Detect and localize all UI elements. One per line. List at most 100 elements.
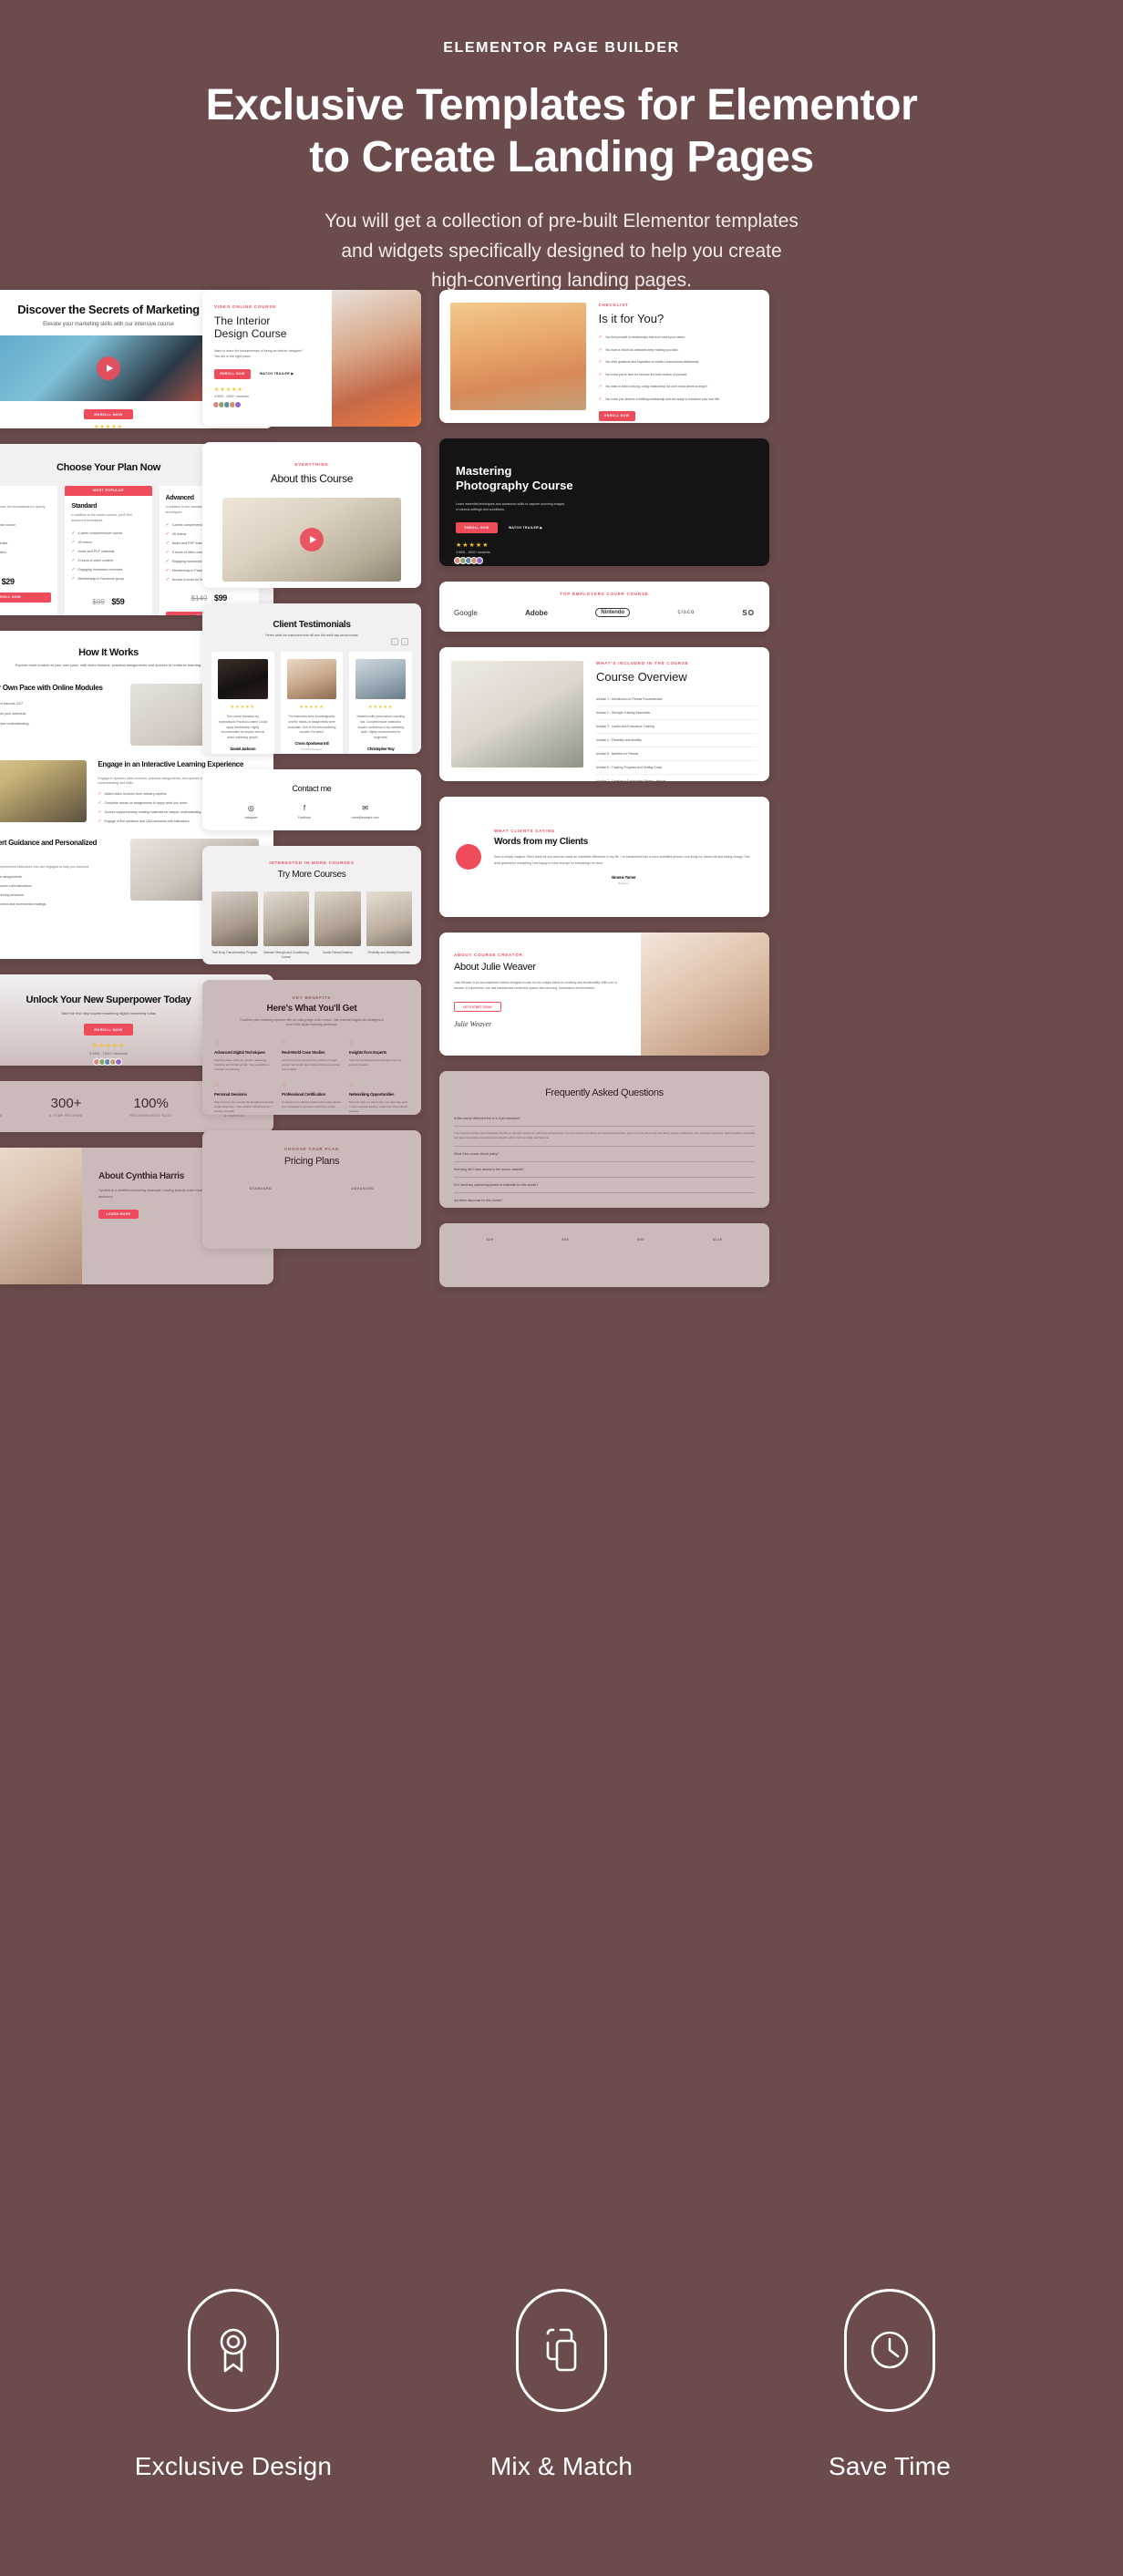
overview-module: Module 3 : Cardio and Endurance Training [596, 720, 757, 734]
comparison-col: $29 [486, 1238, 494, 1242]
comparison-col: $99 [637, 1238, 644, 1242]
template-card-about-julie[interactable]: ABOUT COURSE CREATOR About Julie Weaver … [439, 933, 769, 1056]
try-more-eyebrow: INTERESTED IN MORE COURSES [269, 860, 355, 865]
course-photo [314, 891, 361, 946]
brand-logo-google: Google [454, 608, 478, 617]
contact-channel-instagram[interactable]: ◎ Instagram [244, 804, 257, 819]
plan-name: Standard [71, 503, 98, 510]
checklist-cta[interactable]: ENROLL NOW [598, 411, 635, 421]
interior-body: Want to learn the fundamentals of being … [214, 348, 320, 360]
overview-module: Module 7 : Creating a Sustainable Fitnes… [596, 779, 666, 781]
contact-channel-email[interactable]: ✉ name@example.com [352, 804, 379, 819]
template-card-photography[interactable]: Mastering Photography Course Learn essen… [439, 438, 769, 566]
checklist-item: You find yourself in relationships that … [604, 335, 685, 339]
contact-label: name@example.com [351, 816, 379, 819]
template-card-faq[interactable]: Frequently Asked Questions Is this cours… [439, 1071, 769, 1208]
template-card-try-more[interactable]: INTERESTED IN MORE COURSES Try More Cour… [202, 846, 421, 964]
course-item[interactable]: Cardio Fitness Mastery [314, 891, 361, 960]
hero-eyebrow: ELEMENTOR PAGE BUILDER [443, 40, 680, 56]
benefit-title: Real-World Case Studies [282, 1049, 325, 1055]
benefit-title: Networking Opportunities [349, 1092, 395, 1097]
interior-cta[interactable]: ENROLL NOW [214, 368, 251, 379]
pricing-plan-starter[interactable]: Starter In this module you'll discover t… [0, 486, 58, 615]
template-card-contact[interactable]: Contact me ◎ Instagram f Facebook ✉ name… [202, 769, 421, 830]
template-card-words-clients[interactable]: WHAT CLIENTS SAYING Words from my Client… [439, 797, 769, 917]
faq-item[interactable]: Is this course delivered live or is it p… [454, 1111, 755, 1127]
feature-exclusive-design: Exclusive Design [129, 2288, 338, 2481]
plan-price-row: $99 $59 [71, 592, 145, 609]
cynthia-cta[interactable]: LEARN MORE [98, 1209, 139, 1219]
template-card-about-course[interactable]: EVERYTHING About this Course [202, 442, 421, 588]
course-item[interactable]: Flexibility and Mobility Essentials [366, 891, 412, 960]
cta-banner-button[interactable]: ENROLL NOW [84, 1024, 133, 1036]
testimonial-stars: ★★★★★ [299, 705, 325, 710]
plan-cta[interactable]: ENROLL NOW [0, 592, 52, 603]
most-popular-badge: MOST POPULAR [65, 486, 152, 496]
testimonials-title: Client Testimonials [273, 620, 351, 630]
next-arrow-icon[interactable]: › [401, 638, 408, 645]
faq-item[interactable]: Do I need any special equipment or mater… [454, 1178, 755, 1193]
template-card-whats-included[interactable]: KEY BENEFITS Here's What You'll Get Tran… [202, 980, 421, 1115]
plan-feature: 4-week comprehensive course [77, 531, 123, 535]
photography-avatars [454, 557, 753, 565]
words-title: Words from my Clients [494, 837, 588, 848]
faq-item[interactable]: How long will I have access to the cours… [454, 1162, 755, 1178]
benefits-row-1: ♡ Advanced Digital Techniques Learning s… [214, 1040, 409, 1072]
interior-secondary-cta[interactable]: WATCH TRAILER ▶ [260, 372, 294, 376]
testimonial-card[interactable]: ★★★★★ Masterful with personalized coachi… [349, 652, 413, 754]
plan-feature: 5 hours of video content [77, 558, 113, 562]
hiw-bullet: Access supplementary reading materials f… [104, 810, 202, 815]
marketing-cta[interactable]: ENROLL NOW [84, 409, 133, 419]
course-item[interactable]: Total Body Transformation Program [211, 891, 258, 960]
benefits-eyebrow: KEY BENEFITS [292, 995, 332, 1000]
julie-cta[interactable]: LET'S START TODAY [454, 1001, 501, 1012]
testimonials-nav[interactable]: ‹ › [391, 638, 408, 645]
template-card-testimonials[interactable]: Client Testimonials Here's what our cust… [202, 603, 421, 754]
photography-cta[interactable]: ENROLL NOW [456, 522, 498, 534]
brand-logo-cisco: cisco [677, 610, 695, 615]
hiw-bullet: Get personal guidance and experienced in… [0, 864, 90, 869]
hero-sub-line1: You will get a collection of pre-built E… [325, 211, 798, 232]
benefits-subtitle: Transform your marketing expertise with … [240, 1018, 384, 1027]
try-more-list: Total Body Transformation Program Ultima… [211, 891, 412, 960]
hiw-bullet: Revisit modules for deeper understanding… [0, 721, 30, 726]
template-card-pricing-plans[interactable]: CHOOSE YOUR PLAN Pricing Plans STANDARD … [202, 1130, 421, 1249]
benefit-item: ♡ Real-World Case Studies Learn the theo… [282, 1040, 342, 1072]
prev-arrow-icon[interactable]: ‹ [391, 638, 398, 645]
plan-feature: Engaging homework exercises [77, 567, 123, 572]
testimonial-card[interactable]: ★★★★★ The instructors were knowledgeable… [280, 652, 344, 754]
hiw-bullet: Learn at a pace that suits your schedule… [0, 711, 27, 716]
faq-item[interactable]: What if the course refund policy? [454, 1147, 755, 1162]
plan-cta[interactable]: ENROLL NOW [71, 614, 146, 615]
testimonial-stars: ★★★★★ [367, 705, 394, 710]
plan-feature: Audio and PDF materials [0, 541, 8, 545]
course-item[interactable]: Ultimate Strength and Conditioning Cours… [263, 891, 309, 960]
checklist-photo [450, 303, 586, 410]
pricing-plans-title: Pricing Plans [283, 1156, 340, 1167]
template-card-comparison-table[interactable]: $29 $59 $99 $149 [439, 1223, 769, 1287]
about-course-title: About this Course [270, 472, 354, 485]
pricing-plans-eyebrow: CHOOSE YOUR PLAN [284, 1147, 339, 1151]
template-card-course-overview[interactable]: WHAT'S INCLUDED IN THE COURSE Course Ove… [439, 647, 769, 781]
feature-label: Exclusive Design [134, 2451, 333, 2480]
faq-item[interactable]: Are there discounts for this course? [454, 1193, 755, 1208]
testimonial-card[interactable]: ★★★★★ This course impacted my expectatio… [211, 652, 274, 754]
template-card-brands[interactable]: TOP EMPLOYERS COVER COURSE Google Adobe … [439, 582, 769, 632]
benefit-item: ♡ Advanced Digital Techniques Learning s… [214, 1040, 274, 1072]
benefit-desc: Map out how you execute the Excellence d… [214, 1100, 274, 1114]
photography-stars: ★★★★★ [456, 542, 489, 550]
contact-channel-facebook[interactable]: f Facebook [298, 804, 311, 819]
comparison-header: $29 $59 $99 $149 [452, 1238, 757, 1242]
play-icon[interactable] [300, 528, 324, 551]
photography-secondary-cta[interactable]: WATCH TRAILER ▶ [509, 526, 542, 530]
benefit-item: ♡ Personal Sessions Map out how you exec… [214, 1082, 274, 1114]
template-card-checklist[interactable]: CHECKLIST Is it for You? ✓ You find yours… [439, 290, 769, 423]
stat-value: 99% [0, 1096, 3, 1111]
photography-rating: 4.98/5 - 1000+ students [456, 551, 490, 555]
testimonial-quote: This course impacted my expectations! Pr… [218, 715, 268, 740]
interior-avatars [212, 400, 320, 408]
pricing-plan-standard[interactable]: MOST POPULAR Standard In addition to the… [65, 486, 152, 615]
play-icon[interactable] [97, 356, 120, 380]
heart-icon: ♡ [282, 1040, 287, 1046]
template-card-interior[interactable]: VIDEO ONLINE COURSE The Interior Design … [202, 290, 421, 427]
